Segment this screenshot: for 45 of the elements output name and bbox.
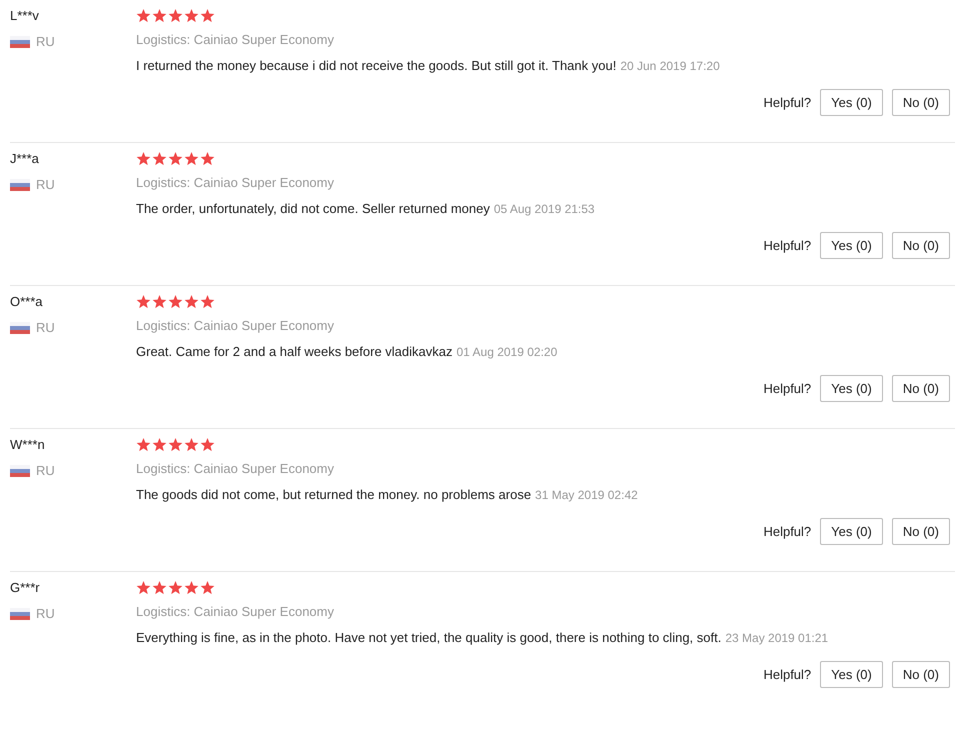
helpful-label: Helpful? xyxy=(763,238,812,253)
yes-button[interactable]: Yes (0) xyxy=(820,518,883,545)
flag-icon xyxy=(10,178,30,190)
flag-icon xyxy=(10,36,30,48)
no-button[interactable]: No (0) xyxy=(892,375,950,402)
flag-icon xyxy=(10,322,30,334)
country-code: RU xyxy=(36,606,55,621)
review-date: 20 Jun 2019 17:20 xyxy=(620,59,720,73)
logistics-info: Logistics: Cainiao Super Economy xyxy=(136,604,335,620)
reviewer-name: J***a xyxy=(10,151,40,167)
review-text: Everything is fine, as in the photo. Have not yet tried, the quality is good, there is nothing to cling, soft. xyxy=(136,630,722,645)
flag-icon xyxy=(10,608,30,620)
helpful-label: Helpful? xyxy=(763,95,812,110)
no-button[interactable]: No (0) xyxy=(892,661,950,688)
yes-button[interactable]: Yes (0) xyxy=(820,661,883,688)
flag-icon xyxy=(10,464,30,476)
helpful-label: Helpful? xyxy=(763,667,812,682)
yes-button[interactable]: Yes (0) xyxy=(820,89,883,116)
logistics-info: Logistics: Cainiao Super Economy xyxy=(136,318,335,334)
review-date: 23 May 2019 01:21 xyxy=(725,631,828,645)
review-date: 01 Aug 2019 02:20 xyxy=(456,345,558,359)
country-code: RU xyxy=(36,34,55,49)
review-text: Great. Came for 2 and a half weeks before vladikavkaz xyxy=(136,344,452,359)
country-code: RU xyxy=(36,177,55,192)
reviewer-name: G***r xyxy=(10,580,41,596)
no-button[interactable]: No (0) xyxy=(892,89,950,116)
yes-button[interactable]: Yes (0) xyxy=(820,375,883,402)
helpful-label: Helpful? xyxy=(763,524,812,539)
logistics-info: Logistics: Cainiao Super Economy xyxy=(136,32,335,48)
review-text: The goods did not come, but returned the money. no problems arose xyxy=(136,487,532,502)
logistics-info: Logistics: Cainiao Super Economy xyxy=(136,461,335,477)
reviewer-name: O***a xyxy=(10,294,44,310)
review-text: I returned the money because i did not receive the goods. But still got it. Thank you! xyxy=(136,58,616,73)
country-code: RU xyxy=(36,320,55,335)
review-date: 31 May 2019 02:42 xyxy=(535,488,638,502)
yes-button[interactable]: Yes (0) xyxy=(820,232,883,259)
reviewer-name: L***v xyxy=(10,8,40,24)
review-date: 05 Aug 2019 21:53 xyxy=(494,202,595,216)
country-code: RU xyxy=(36,463,55,478)
reviewer-name: W***n xyxy=(10,437,46,453)
helpful-label: Helpful? xyxy=(763,381,812,396)
logistics-info: Logistics: Cainiao Super Economy xyxy=(136,175,335,191)
no-button[interactable]: No (0) xyxy=(892,518,950,545)
review-text: The order, unfortunately, did not come. Seller returned money xyxy=(136,201,490,216)
no-button[interactable]: No (0) xyxy=(892,232,950,259)
